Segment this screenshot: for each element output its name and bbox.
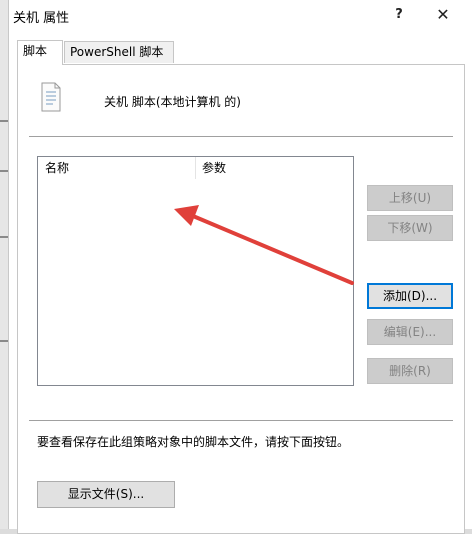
tab-powershell-scripts[interactable]: PowerShell 脚本 [64, 41, 174, 63]
background-window-edge [0, 0, 8, 529]
separator-bottom [29, 420, 453, 421]
add-button[interactable]: 添加(D)... [367, 283, 453, 309]
close-button[interactable]: ✕ [426, 0, 460, 32]
column-divider[interactable] [195, 157, 196, 179]
tab-scripts[interactable]: 脚本 [17, 40, 63, 65]
tab-panel: 关机 脚本(本地计算机 的) 名称 参数 上移(U) 下移(W) 添加(D)..… [17, 64, 465, 534]
script-header-label: 关机 脚本(本地计算机 的) [104, 95, 241, 109]
script-document-icon [41, 82, 61, 112]
separator-top [29, 136, 453, 137]
show-files-button[interactable]: 显示文件(S)... [37, 481, 175, 508]
move-up-button[interactable]: 上移(U) [367, 185, 453, 211]
show-files-instruction: 要查看保存在此组策略对象中的脚本文件，请按下面按钮。 [37, 435, 350, 449]
help-button[interactable]: ? [382, 0, 416, 32]
script-list[interactable]: 名称 参数 [37, 156, 354, 386]
column-header-name[interactable]: 名称 [45, 157, 69, 179]
help-icon: ? [395, 7, 403, 22]
remove-button[interactable]: 删除(R) [367, 358, 453, 384]
edit-button[interactable]: 编辑(E)... [367, 319, 453, 345]
close-icon: ✕ [436, 5, 450, 24]
move-down-button[interactable]: 下移(W) [367, 215, 453, 241]
column-header-parameters[interactable]: 参数 [202, 157, 226, 179]
window-title: 关机 属性 [13, 11, 70, 26]
title-bar: 关机 属性 ? ✕ [9, 0, 472, 32]
properties-dialog: 关机 属性 ? ✕ 脚本 PowerShell 脚本 关机 脚本(本地计算机 的… [8, 0, 472, 534]
